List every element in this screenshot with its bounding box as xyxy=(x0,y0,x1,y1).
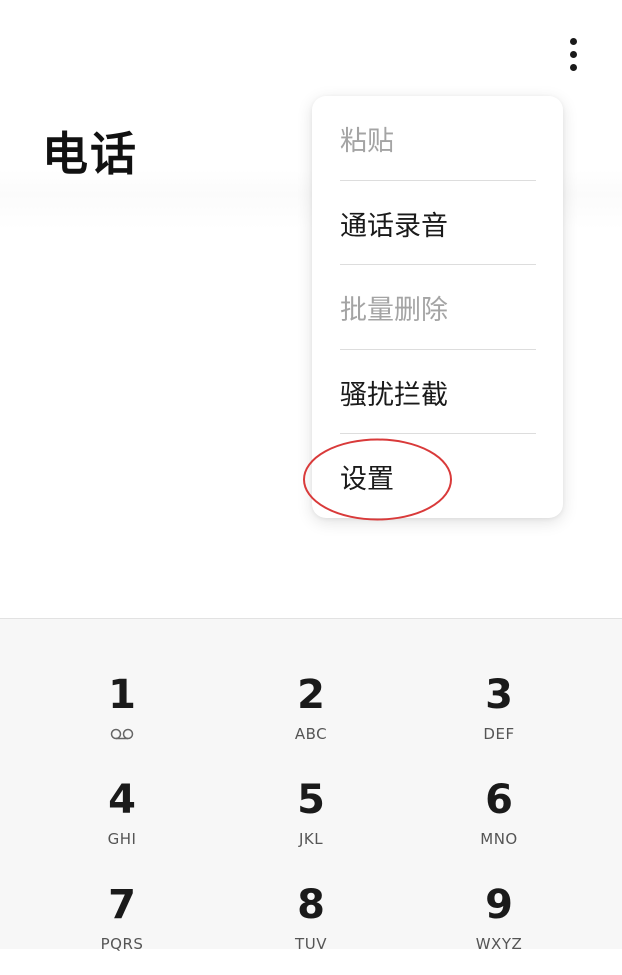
key-digit: 2 xyxy=(297,672,325,718)
key-2[interactable]: 2 ABC xyxy=(241,665,381,765)
key-6[interactable]: 6 MNO xyxy=(429,770,569,870)
key-digit: 8 xyxy=(297,882,325,928)
key-digit: 3 xyxy=(485,672,513,718)
menu-item-harassment-block[interactable]: 骚扰拦截 xyxy=(340,350,536,434)
key-letters: DEF xyxy=(483,725,515,743)
page-title: 电话 xyxy=(42,127,138,181)
key-letters: WXYZ xyxy=(475,935,523,953)
menu-item-batch-delete[interactable]: 批量删除 xyxy=(340,265,536,349)
key-digit: 1 xyxy=(108,672,136,718)
voicemail-icon xyxy=(110,728,134,740)
key-digit: 6 xyxy=(485,777,513,823)
key-5[interactable]: 5 JKL xyxy=(241,770,381,870)
overflow-menu: 粘贴 通话录音 批量删除 骚扰拦截 设置 xyxy=(312,96,563,518)
key-letters: ABC xyxy=(294,725,328,743)
key-3[interactable]: 3 DEF xyxy=(429,665,569,765)
key-8[interactable]: 8 TUV xyxy=(241,875,381,975)
key-9[interactable]: 9 WXYZ xyxy=(429,875,569,975)
key-letters: GHI xyxy=(107,830,137,848)
key-digit: 7 xyxy=(108,882,136,928)
menu-item-call-recording[interactable]: 通话录音 xyxy=(340,181,536,265)
menu-item-settings[interactable]: 设置 xyxy=(340,434,536,518)
key-letters: JKL xyxy=(298,830,324,848)
key-letters: MNO xyxy=(480,830,518,848)
dial-keypad: 1 2 ABC 3 DEF 4 GHI 5 JKL 6 MNO 7 PQRS 8… xyxy=(0,618,622,953)
menu-item-paste[interactable]: 粘贴 xyxy=(340,96,536,180)
key-1[interactable]: 1 xyxy=(52,665,192,765)
key-letters: PQRS xyxy=(100,935,144,953)
more-options-button[interactable] xyxy=(552,30,596,78)
key-digit: 5 xyxy=(297,777,325,823)
key-4[interactable]: 4 GHI xyxy=(52,770,192,870)
key-digit: 9 xyxy=(485,882,513,928)
key-digit: 4 xyxy=(108,777,136,823)
key-7[interactable]: 7 PQRS xyxy=(52,875,192,975)
key-letters: TUV xyxy=(295,935,327,953)
